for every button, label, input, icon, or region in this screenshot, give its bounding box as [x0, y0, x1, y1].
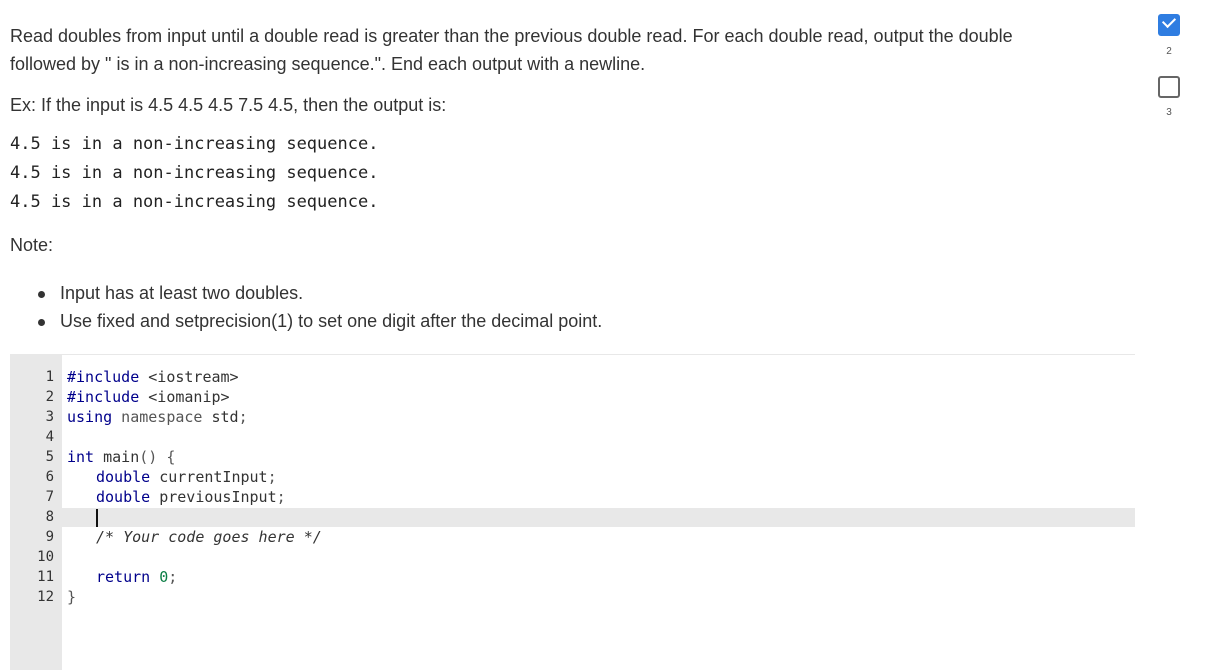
line-number: 1: [45, 369, 54, 385]
code-token: ;: [238, 408, 248, 426]
code-token: double: [96, 488, 151, 506]
note-item: Use fixed and setprecision(1) to set one…: [37, 307, 602, 335]
code-line[interactable]: double currentInput;: [96, 468, 277, 486]
code-token: double: [96, 468, 151, 486]
example-text: Ex: If the input is 4.5 4.5 4.5 7.5 4.5,…: [10, 95, 447, 115]
line-number: 4: [45, 429, 54, 445]
code-editor[interactable]: 1 2 3 4 5 6 7 8 9 10 11 12 #include <ios…: [10, 354, 1135, 670]
code-line[interactable]: #include <iostream>: [67, 368, 239, 386]
active-line-highlight: [62, 508, 1135, 527]
code-token: namespace: [112, 408, 203, 426]
line-number: 8: [45, 509, 54, 525]
line-number: 3: [45, 409, 54, 425]
line-number: 11: [37, 569, 54, 585]
line-number: 6: [45, 469, 54, 485]
code-line[interactable]: double previousInput;: [96, 488, 286, 506]
code-token: #include: [67, 368, 140, 386]
checkmark-icon: [1161, 13, 1177, 29]
code-line[interactable]: using namespace std;: [67, 408, 248, 426]
line-number: 2: [45, 389, 54, 405]
code-line[interactable]: #include <iomanip>: [67, 388, 230, 406]
code-token: ;: [267, 468, 277, 486]
code-token: using: [67, 408, 113, 426]
code-comment[interactable]: /* Your code goes here */: [96, 528, 322, 546]
code-token: 0: [150, 568, 169, 586]
line-number: 5: [45, 449, 54, 465]
step-number: 3: [1166, 107, 1172, 118]
line-number: 9: [45, 529, 54, 545]
note-item: Input has at least two doubles.: [37, 279, 602, 307]
code-token: previousInput: [150, 488, 277, 506]
example-output-line: 4.5 is in a non-increasing sequence.: [10, 134, 379, 154]
code-token: ;: [276, 488, 286, 506]
code-line[interactable]: }: [67, 588, 76, 606]
code-token: main: [94, 448, 140, 466]
note-label: Note:: [10, 235, 54, 255]
code-token: <iostream>: [139, 368, 239, 386]
line-number: 7: [45, 489, 54, 505]
line-number-gutter: 1 2 3 4 5 6 7 8 9 10 11 12: [10, 355, 62, 670]
line-number: 12: [37, 589, 54, 605]
step-incomplete-button[interactable]: [1158, 76, 1180, 98]
code-token: int: [67, 448, 95, 466]
code-line[interactable]: int main() {: [67, 448, 175, 466]
code-token: std: [202, 408, 239, 426]
example-output-line: 4.5 is in a non-increasing sequence.: [10, 163, 379, 183]
code-line[interactable]: return 0;: [96, 568, 177, 586]
code-token: <iomanip>: [139, 388, 230, 406]
instruction-text-line1: Read doubles from input until a double r…: [10, 26, 1013, 46]
notes-list: Input has at least two doubles. Use fixe…: [10, 279, 602, 335]
example-output-line: 4.5 is in a non-increasing sequence.: [10, 192, 379, 212]
code-token: ;: [168, 568, 178, 586]
code-token: #include: [67, 388, 140, 406]
code-token: () {: [139, 448, 176, 466]
code-token: currentInput: [150, 468, 268, 486]
instruction-text-line2: followed by " is in a non-increasing seq…: [10, 54, 646, 74]
step-number: 2: [1166, 46, 1172, 57]
text-cursor: [96, 509, 98, 527]
line-number: 10: [37, 549, 54, 565]
code-token: return: [96, 568, 151, 586]
step-completed-button[interactable]: [1158, 13, 1180, 36]
